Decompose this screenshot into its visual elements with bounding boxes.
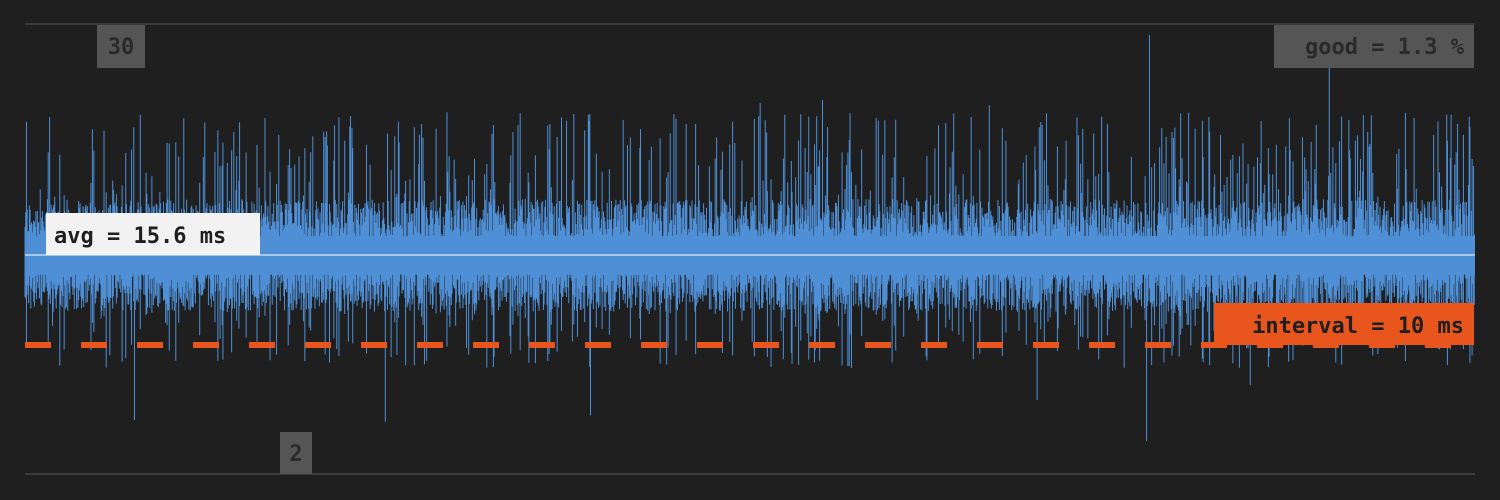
avg-label: avg = 15.6 ms (54, 224, 226, 249)
interval-label: interval = 10 ms (1252, 314, 1464, 339)
ymax-label: 30 (108, 35, 135, 60)
ymin-label: 2 (289, 442, 302, 467)
good-label: good = 1.3 % (1305, 35, 1465, 60)
latency-chart: 30 good = 1.3 % avg = 15.6 ms interval =… (24, 23, 1475, 475)
